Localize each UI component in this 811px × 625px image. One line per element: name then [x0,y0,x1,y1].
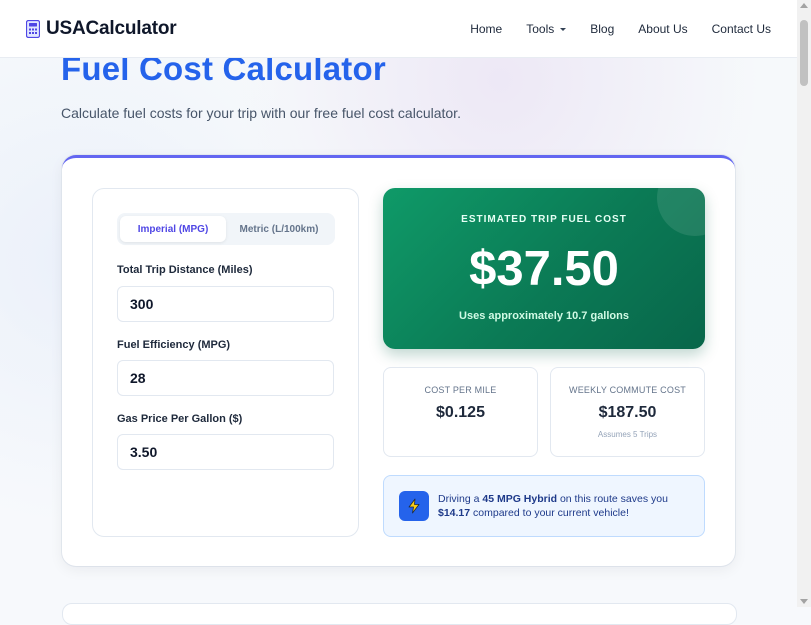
weekly-commute-note: Assumes 5 Trips [597,430,658,439]
price-label: Gas Price Per Gallon ($) [117,413,243,425]
price-input[interactable] [117,434,334,470]
toggle-imperial[interactable]: Imperial (MPG) [120,216,226,242]
brand-logo[interactable]: USACalculator [26,18,177,40]
tip-middle: on this route saves you [557,493,668,505]
hybrid-tip-box: Driving a 45 MPG Hybrid on this route sa… [383,475,705,537]
scroll-thumb[interactable] [800,20,808,86]
result-card: ESTIMATED TRIP FUEL COST $37.50 Uses app… [383,188,705,349]
weekly-commute-label: WEEKLY COMMUTE COST [569,385,686,395]
tip-suffix: compared to your current vehicle! [470,507,629,519]
brand-name: USACalculator [46,18,177,39]
efficiency-input[interactable] [117,360,334,396]
cost-per-mile-card: COST PER MILE $0.125 [383,367,538,457]
weekly-commute-card: WEEKLY COMMUTE COST $187.50 Assumes 5 Tr… [550,367,705,457]
input-panel: Imperial (MPG) Metric (L/100km) Total Tr… [92,188,359,537]
lightning-icon [408,498,420,514]
page-scrollbar[interactable] [797,0,811,607]
calculator-card: Imperial (MPG) Metric (L/100km) Total Tr… [62,155,735,566]
distance-input[interactable] [117,286,334,322]
tip-highlight: 45 MPG Hybrid [482,493,558,505]
weekly-commute-value: $187.50 [598,404,657,421]
cost-per-mile-label: COST PER MILE [424,385,497,395]
caret-down-icon [560,27,567,31]
result-label: ESTIMATED TRIP FUEL COST [461,214,627,225]
calculator-icon [26,20,40,38]
tip-text: Driving a 45 MPG Hybrid on this route sa… [438,492,688,520]
nav-home[interactable]: Home [470,22,502,36]
result-amount: $37.50 [469,242,619,296]
nav-tools[interactable]: Tools [526,22,567,36]
scroll-up-arrow-icon[interactable] [800,3,808,8]
nav-contact[interactable]: Contact Us [712,22,771,36]
main-nav: Home Tools Blog About Us Contact Us [470,22,771,36]
distance-label: Total Trip Distance (Miles) [117,264,253,276]
efficiency-label: Fuel Efficiency (MPG) [117,339,231,351]
page-subtitle: Calculate fuel costs for your trip with … [61,105,461,121]
decorative-circle [657,188,705,236]
next-section-card [62,603,737,625]
nav-blog[interactable]: Blog [590,22,614,36]
scroll-down-arrow-icon[interactable] [800,599,808,604]
unit-toggle: Imperial (MPG) Metric (L/100km) [117,213,335,245]
tip-icon-badge [399,491,429,521]
navbar: USACalculator Home Tools Blog About Us C… [0,0,797,58]
tip-prefix: Driving a [438,493,483,505]
tip-savings: $14.17 [438,507,471,519]
toggle-metric[interactable]: Metric (L/100km) [226,216,332,242]
nav-about[interactable]: About Us [638,22,687,36]
nav-tools-label: Tools [526,22,555,36]
cost-per-mile-value: $0.125 [436,404,485,421]
result-note: Uses approximately 10.7 gallons [459,310,629,322]
